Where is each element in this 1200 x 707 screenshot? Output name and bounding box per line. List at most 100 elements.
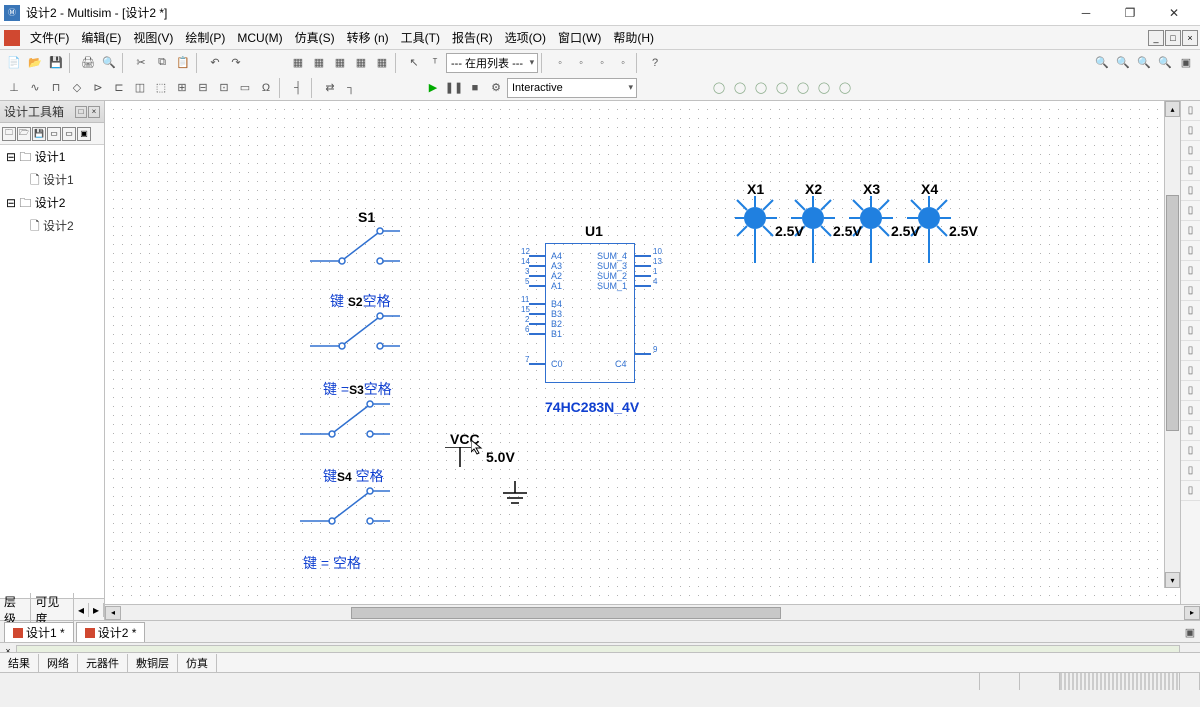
rtool2[interactable]: ▯ — [1181, 121, 1200, 141]
grid5-icon[interactable]: ▦ — [372, 53, 392, 73]
scroll-right[interactable]: ▸ — [1184, 606, 1200, 620]
pause-button[interactable]: ❚❚ — [444, 78, 464, 98]
btab-results[interactable]: 结果 — [0, 654, 39, 672]
menu-draw[interactable]: 绘制(P) — [179, 27, 231, 49]
menu-edit[interactable]: 编辑(E) — [75, 27, 127, 49]
grid2-icon[interactable]: ▦ — [309, 53, 329, 73]
comp13-icon[interactable]: Ω — [256, 78, 276, 98]
fullscreen-icon[interactable]: ▣ — [1176, 53, 1196, 73]
label-u1[interactable]: U1 — [585, 223, 603, 239]
paste-button[interactable]: 📋 — [173, 53, 193, 73]
inst2-icon[interactable]: ◯ — [730, 78, 750, 98]
rtool16[interactable]: ▯ — [1181, 401, 1200, 421]
comp5-icon[interactable]: ⊳ — [88, 78, 108, 98]
rtool9[interactable]: ▯ — [1181, 261, 1200, 281]
mdi-max[interactable]: □ — [1165, 30, 1181, 46]
help-icon[interactable]: ? — [645, 53, 665, 73]
inst5-icon[interactable]: ◯ — [793, 78, 813, 98]
rtool20[interactable]: ▯ — [1181, 481, 1200, 501]
switch-s2[interactable] — [310, 306, 400, 356]
text-icon[interactable]: ᵀ — [425, 53, 445, 73]
rtool7[interactable]: ▯ — [1181, 221, 1200, 241]
redo-button[interactable]: ↷ — [226, 53, 246, 73]
rtool12[interactable]: ▯ — [1181, 321, 1200, 341]
inst4-icon[interactable]: ◯ — [772, 78, 792, 98]
sb-tab-left[interactable]: ◂ — [74, 603, 89, 617]
sb-tool5[interactable]: ▭ — [62, 127, 76, 141]
tree-design2[interactable]: ⊟ 🗀 设计2 — [2, 193, 102, 216]
schematic-canvas[interactable]: S1 键 S2空格 键 =S3空格 键S4 空 — [105, 101, 1200, 604]
preview-button[interactable]: 🔍 — [99, 53, 119, 73]
place1-icon[interactable]: ┤ — [288, 78, 308, 98]
probe4-icon[interactable]: ◦ — [613, 53, 633, 73]
tab-design2[interactable]: 设计2 * — [76, 622, 146, 642]
design-tree[interactable]: ⊟ 🗀 设计1 🗋 设计1 ⊟ 🗀 设计2 🗋 设计2 — [0, 145, 104, 598]
sim-icon[interactable]: ⚙ — [486, 78, 506, 98]
rtool15[interactable]: ▯ — [1181, 381, 1200, 401]
menu-view[interactable]: 视图(V) — [127, 27, 179, 49]
copy-button[interactable]: ⧉ — [152, 53, 172, 73]
rtool19[interactable]: ▯ — [1181, 461, 1200, 481]
comp10-icon[interactable]: ⊟ — [193, 78, 213, 98]
grid3-icon[interactable]: ▦ — [330, 53, 350, 73]
rtool10[interactable]: ▯ — [1181, 281, 1200, 301]
place3-icon[interactable]: ┐ — [341, 78, 361, 98]
btab-components[interactable]: 元器件 — [78, 654, 128, 672]
comp11-icon[interactable]: ⊡ — [214, 78, 234, 98]
inuse-combo[interactable]: --- 在用列表 --- — [446, 53, 538, 73]
scroll-up[interactable]: ▴ — [1165, 101, 1180, 117]
horizontal-scrollbar[interactable]: ◂ ▸ — [105, 604, 1200, 620]
save-button[interactable]: 💾 — [46, 53, 66, 73]
menu-window[interactable]: 窗口(W) — [552, 27, 607, 49]
undo-button[interactable]: ↶ — [205, 53, 225, 73]
run-button[interactable]: ▶ — [423, 78, 443, 98]
mdi-min[interactable]: _ — [1148, 30, 1164, 46]
scroll-thumb-h[interactable] — [351, 607, 781, 619]
sb-tool3[interactable]: 💾 — [32, 127, 46, 141]
cursor-icon[interactable]: ↖ — [404, 53, 424, 73]
btab-copper[interactable]: 敷铜层 — [128, 654, 178, 672]
grid1-icon[interactable]: ▦ — [288, 53, 308, 73]
tree-design2-sheet[interactable]: 🗋 设计2 — [2, 216, 102, 239]
maximize-button[interactable]: ❐ — [1108, 0, 1152, 26]
vertical-scrollbar[interactable]: ▴ ▾ — [1164, 101, 1180, 588]
rtool17[interactable]: ▯ — [1181, 421, 1200, 441]
rtool4[interactable]: ▯ — [1181, 161, 1200, 181]
scroll-down[interactable]: ▾ — [1165, 572, 1180, 588]
zoomfit-icon[interactable]: 🔍 — [1134, 53, 1154, 73]
zoomin-icon[interactable]: 🔍 — [1092, 53, 1112, 73]
comp6-icon[interactable]: ⊏ — [109, 78, 129, 98]
switch-s1[interactable] — [310, 221, 400, 271]
analysis-combo[interactable]: Interactive — [507, 78, 637, 98]
inst7-icon[interactable]: ◯ — [835, 78, 855, 98]
rtool13[interactable]: ▯ — [1181, 341, 1200, 361]
inst6-icon[interactable]: ◯ — [814, 78, 834, 98]
comp7-icon[interactable]: ◫ — [130, 78, 150, 98]
rtool14[interactable]: ▯ — [1181, 361, 1200, 381]
menu-options[interactable]: 选项(O) — [499, 27, 552, 49]
pin-icon[interactable]: □ — [75, 106, 87, 118]
rtool3[interactable]: ▯ — [1181, 141, 1200, 161]
grid4-icon[interactable]: ▦ — [351, 53, 371, 73]
scroll-thumb-v[interactable] — [1166, 195, 1179, 431]
open-button[interactable]: 📂 — [25, 53, 45, 73]
new-button[interactable]: 📄 — [4, 53, 24, 73]
rtool5[interactable]: ▯ — [1181, 181, 1200, 201]
probe2-icon[interactable]: ◦ — [571, 53, 591, 73]
rtool11[interactable]: ▯ — [1181, 301, 1200, 321]
rtool18[interactable]: ▯ — [1181, 441, 1200, 461]
sb-tab-right[interactable]: ▸ — [89, 603, 104, 617]
scroll-left[interactable]: ◂ — [105, 606, 121, 620]
rtool8[interactable]: ▯ — [1181, 241, 1200, 261]
tab-toggle[interactable]: ▣ — [1180, 622, 1200, 642]
comp8-icon[interactable]: ⬚ — [151, 78, 171, 98]
btab-sim[interactable]: 仿真 — [178, 654, 217, 672]
rtool1[interactable]: ▯ — [1181, 101, 1200, 121]
comp3-icon[interactable]: ⊓ — [46, 78, 66, 98]
mdi-close[interactable]: × — [1182, 30, 1198, 46]
sb-tool1[interactable]: 🗀 — [2, 127, 16, 141]
probe3-icon[interactable]: ◦ — [592, 53, 612, 73]
comp12-icon[interactable]: ▭ — [235, 78, 255, 98]
comp2-icon[interactable]: ∿ — [25, 78, 45, 98]
inst3-icon[interactable]: ◯ — [751, 78, 771, 98]
